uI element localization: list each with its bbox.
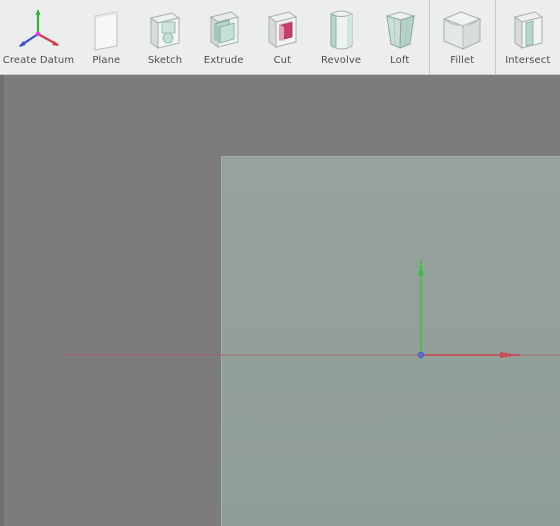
- viewport-edge: [0, 75, 4, 526]
- intersect-icon: [506, 8, 550, 52]
- plane-icon: [84, 8, 128, 52]
- sketch-button[interactable]: Sketch: [136, 0, 195, 74]
- plane-button[interactable]: Plane: [77, 0, 136, 74]
- revolve-button[interactable]: Revolve: [312, 0, 371, 74]
- intersect-button[interactable]: Intersect: [494, 0, 560, 74]
- extrude-button[interactable]: Extrude: [194, 0, 253, 74]
- cut-label: Cut: [273, 55, 292, 66]
- loft-label: Loft: [390, 55, 410, 66]
- sketch-icon: [143, 8, 187, 52]
- sketch-label: Sketch: [147, 55, 183, 66]
- fillet-button[interactable]: Fillet: [429, 0, 494, 74]
- feature-toolbar: Create Datum Plane Sketch Extrude Cut Re…: [0, 0, 560, 75]
- intersect-label: Intersect: [505, 55, 551, 66]
- loft-icon: [378, 8, 422, 52]
- loft-button[interactable]: Loft: [370, 0, 429, 74]
- extrude-icon: [202, 8, 246, 52]
- fillet-icon: [440, 8, 484, 52]
- datum-plane[interactable]: [221, 156, 560, 526]
- cut-icon: [260, 8, 304, 52]
- revolve-label: Revolve: [320, 55, 362, 66]
- create-datum-label: Create Datum: [2, 55, 75, 66]
- datum-axes-icon: [16, 8, 60, 52]
- fillet-label: Fillet: [450, 55, 475, 66]
- revolve-icon: [319, 8, 363, 52]
- cut-button[interactable]: Cut: [253, 0, 312, 74]
- extrude-label: Extrude: [203, 55, 244, 66]
- plane-label: Plane: [92, 55, 121, 66]
- create-datum-button[interactable]: Create Datum: [0, 0, 77, 74]
- 3d-viewport[interactable]: [0, 75, 560, 526]
- cad-app: Create Datum Plane Sketch Extrude Cut Re…: [0, 0, 560, 526]
